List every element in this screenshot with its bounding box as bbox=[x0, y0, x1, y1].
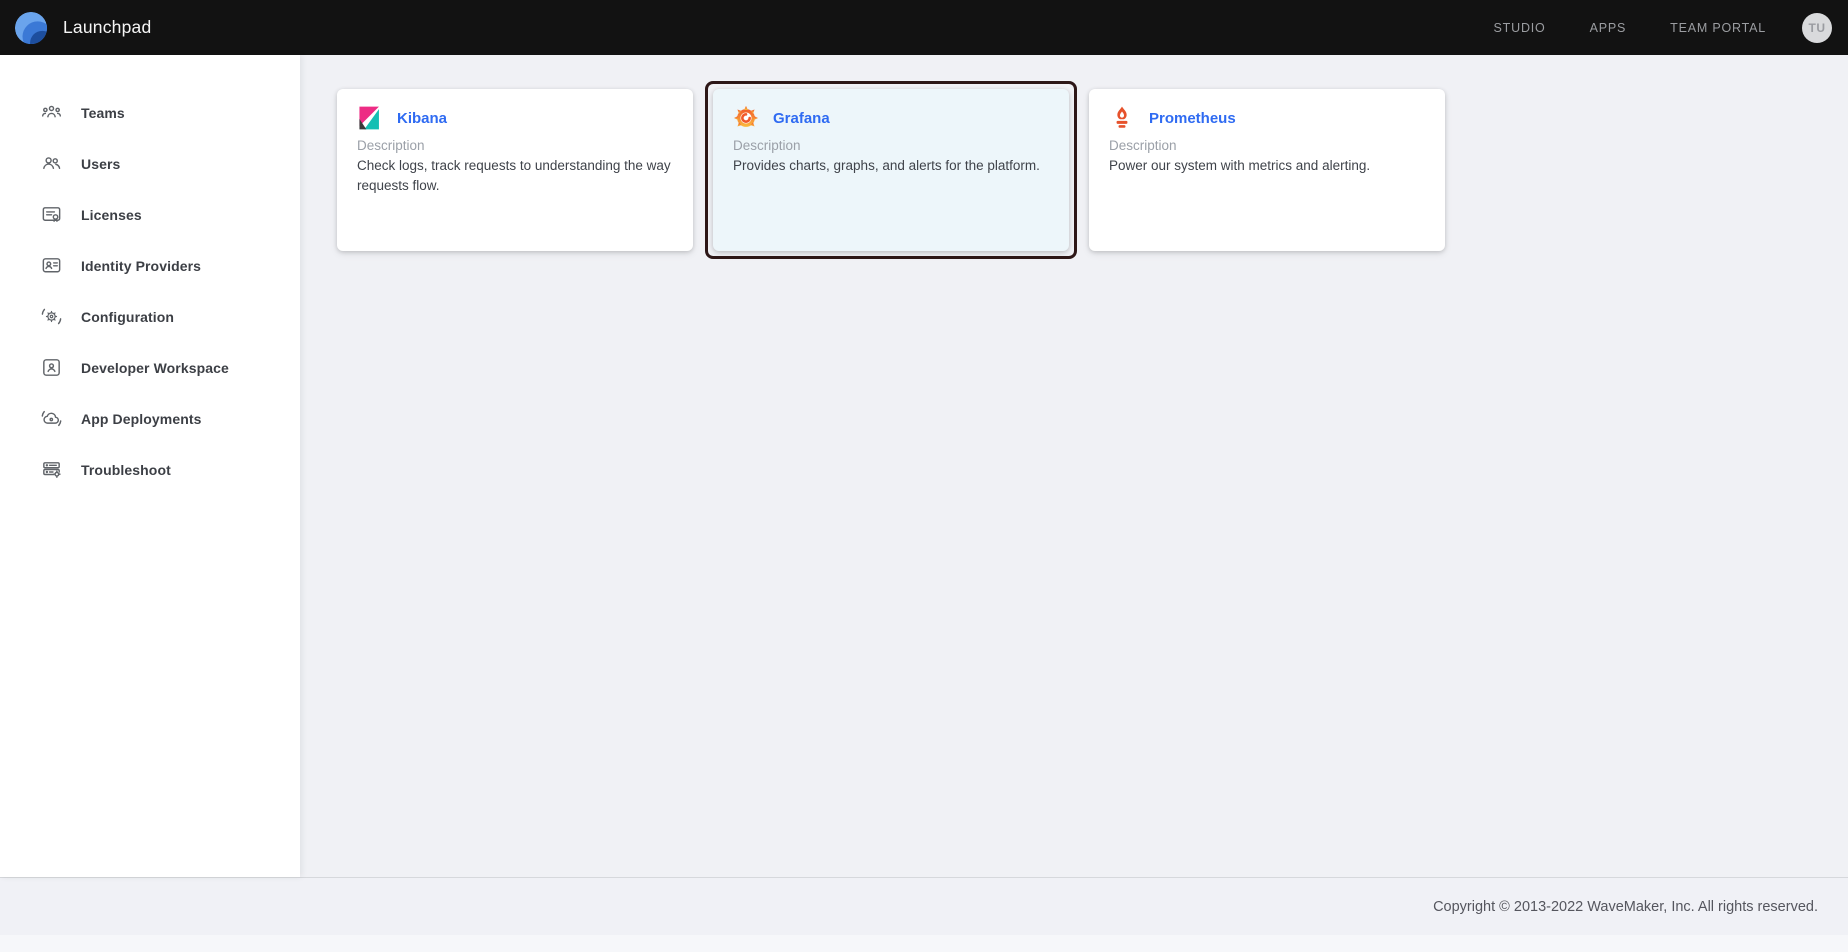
sidebar-item-teams[interactable]: Teams bbox=[0, 87, 300, 138]
sidebar-item-developer-workspace[interactable]: Developer Workspace bbox=[0, 342, 300, 393]
bottom-strip bbox=[0, 935, 1848, 952]
sidebar: Teams Users bbox=[0, 55, 300, 877]
sidebar-item-users[interactable]: Users bbox=[0, 138, 300, 189]
sidebar-item-label: Licenses bbox=[81, 207, 142, 223]
sidebar-item-label: Troubleshoot bbox=[81, 462, 171, 478]
sidebar-item-label: Configuration bbox=[81, 309, 174, 325]
sidebar-item-licenses[interactable]: Licenses bbox=[0, 189, 300, 240]
nav-link-team-portal[interactable]: TEAM PORTAL bbox=[1670, 21, 1766, 35]
app-card-kibana[interactable]: Kibana Description Check logs, track req… bbox=[337, 89, 693, 251]
app-card-wrap-kibana: Kibana Description Check logs, track req… bbox=[329, 81, 701, 259]
description-label: Description bbox=[1109, 138, 1425, 153]
sidebar-item-troubleshoot[interactable]: Troubleshoot bbox=[0, 444, 300, 495]
grafana-logo-icon bbox=[733, 105, 759, 131]
app-card-prometheus[interactable]: Prometheus Description Power our system … bbox=[1089, 89, 1445, 251]
app-card-wrap-prometheus: Prometheus Description Power our system … bbox=[1081, 81, 1453, 259]
header-nav: STUDIO APPS TEAM PORTAL TU bbox=[1494, 13, 1832, 43]
teams-icon bbox=[40, 101, 63, 124]
app-link-grafana[interactable]: Grafana bbox=[773, 110, 830, 127]
app-title: Launchpad bbox=[63, 17, 151, 38]
brand[interactable]: Launchpad bbox=[14, 11, 151, 45]
app-link-prometheus[interactable]: Prometheus bbox=[1149, 110, 1236, 127]
sidebar-item-label: App Deployments bbox=[81, 411, 202, 427]
wavemaker-logo-icon bbox=[14, 11, 48, 45]
app-description: Provides charts, graphs, and alerts for … bbox=[733, 156, 1049, 176]
description-label: Description bbox=[357, 138, 673, 153]
sidebar-item-configuration[interactable]: Configuration bbox=[0, 291, 300, 342]
copyright-text: Copyright © 2013-2022 WaveMaker, Inc. Al… bbox=[1433, 899, 1818, 915]
developer-workspace-icon bbox=[40, 356, 63, 379]
troubleshoot-icon bbox=[40, 458, 63, 481]
prometheus-logo-icon bbox=[1109, 105, 1135, 131]
app-card-grafana[interactable]: Grafana Description Provides charts, gra… bbox=[713, 89, 1069, 251]
app-deployments-icon bbox=[40, 407, 63, 430]
identity-providers-icon bbox=[40, 254, 63, 277]
sidebar-item-app-deployments[interactable]: App Deployments bbox=[0, 393, 300, 444]
user-avatar[interactable]: TU bbox=[1802, 13, 1832, 43]
sidebar-item-label: Developer Workspace bbox=[81, 360, 229, 376]
users-icon bbox=[40, 152, 63, 175]
top-header: Launchpad STUDIO APPS TEAM PORTAL TU bbox=[0, 0, 1848, 55]
kibana-logo-icon bbox=[357, 105, 383, 131]
sidebar-item-identity-providers[interactable]: Identity Providers bbox=[0, 240, 300, 291]
app-description: Check logs, track requests to understand… bbox=[357, 156, 673, 195]
nav-link-studio[interactable]: STUDIO bbox=[1494, 21, 1546, 35]
sidebar-item-label: Identity Providers bbox=[81, 258, 201, 274]
launchpad-app: Launchpad STUDIO APPS TEAM PORTAL TU bbox=[0, 0, 1848, 952]
nav-link-apps[interactable]: APPS bbox=[1590, 21, 1627, 35]
licenses-icon bbox=[40, 203, 63, 226]
footer: Copyright © 2013-2022 WaveMaker, Inc. Al… bbox=[0, 877, 1848, 935]
sidebar-item-label: Teams bbox=[81, 105, 125, 121]
configuration-icon bbox=[40, 305, 63, 328]
sidebar-item-label: Users bbox=[81, 156, 120, 172]
app-card-wrap-grafana-selected: Grafana Description Provides charts, gra… bbox=[705, 81, 1077, 259]
main-content: Kibana Description Check logs, track req… bbox=[300, 55, 1848, 877]
description-label: Description bbox=[733, 138, 1049, 153]
app-link-kibana[interactable]: Kibana bbox=[397, 110, 447, 127]
body-row: Teams Users bbox=[0, 55, 1848, 877]
app-description: Power our system with metrics and alerti… bbox=[1109, 156, 1425, 176]
app-card-grid: Kibana Description Check logs, track req… bbox=[337, 89, 1848, 251]
